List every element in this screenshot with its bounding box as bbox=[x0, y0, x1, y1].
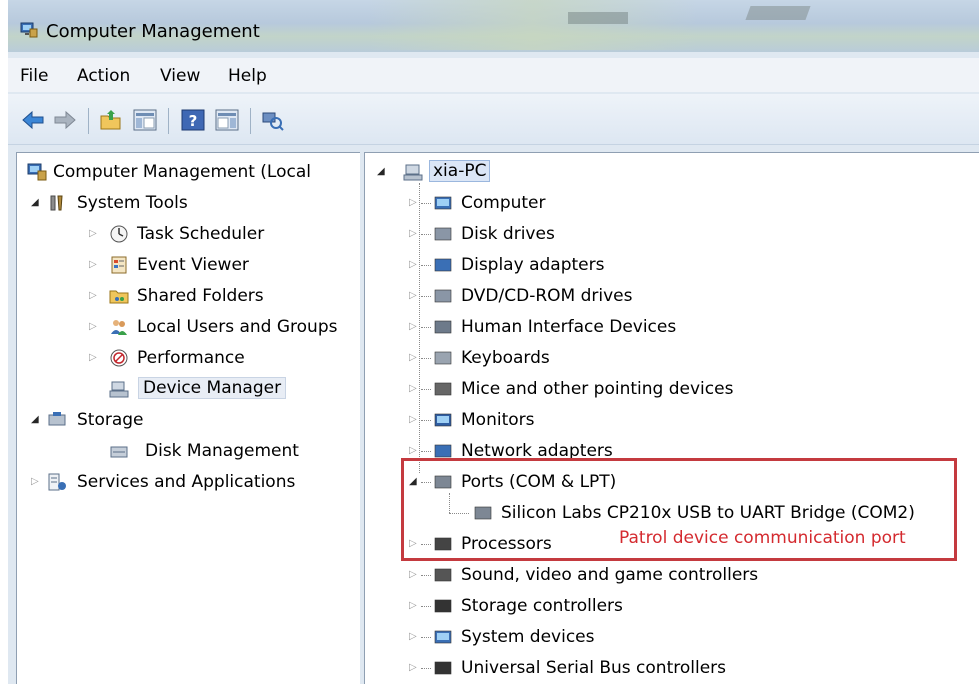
usb-icon bbox=[434, 661, 452, 675]
tree-item-label: System Tools bbox=[77, 193, 188, 213]
collapse-arrow[interactable]: ▷ bbox=[409, 407, 417, 433]
dvd-drive-icon bbox=[434, 289, 452, 303]
menu-action[interactable]: Action bbox=[77, 66, 130, 86]
system-devices-icon bbox=[434, 630, 452, 644]
sound-icon bbox=[434, 568, 452, 582]
device-category-label: Human Interface Devices bbox=[461, 317, 677, 337]
show-hide-action-pane-icon[interactable] bbox=[214, 108, 240, 132]
clock-icon bbox=[110, 225, 128, 243]
window-title: Computer Management bbox=[46, 21, 260, 42]
menu-view[interactable]: View bbox=[160, 66, 200, 86]
device-category-label: Display adapters bbox=[461, 255, 605, 275]
tree-item-label: Performance bbox=[137, 348, 245, 368]
menu-file[interactable]: File bbox=[20, 66, 48, 86]
forward-arrow-icon[interactable] bbox=[52, 108, 78, 132]
tree-item-label: Disk Management bbox=[145, 441, 299, 461]
expand-arrow[interactable]: ◢ bbox=[31, 190, 39, 216]
svg-text:?: ? bbox=[189, 112, 198, 130]
collapse-arrow[interactable]: ▷ bbox=[89, 283, 97, 309]
collapse-arrow[interactable]: ▷ bbox=[409, 221, 417, 247]
collapse-arrow[interactable]: ▷ bbox=[409, 562, 417, 588]
tree-item-label: Device Manager bbox=[138, 377, 287, 399]
collapse-arrow[interactable]: ▷ bbox=[409, 283, 417, 309]
collapse-arrow[interactable]: ▷ bbox=[409, 376, 417, 402]
device-category-label: Universal Serial Bus controllers bbox=[461, 658, 727, 678]
scan-hardware-icon[interactable] bbox=[260, 108, 286, 132]
disk-icon bbox=[110, 446, 128, 458]
menu-help[interactable]: Help bbox=[228, 66, 267, 86]
tree-item-label: Task Scheduler bbox=[137, 224, 265, 244]
keyboard-icon bbox=[434, 351, 452, 365]
device-category-label: Mice and other pointing devices bbox=[461, 379, 734, 399]
device-category-label: Storage controllers bbox=[461, 596, 623, 616]
collapse-arrow[interactable]: ▷ bbox=[89, 345, 97, 371]
expand-arrow[interactable]: ◢ bbox=[377, 159, 385, 185]
console-tree-pane: Computer Management (Local ◢ System Tool… bbox=[16, 152, 362, 684]
show-hide-console-tree-icon[interactable] bbox=[132, 108, 158, 132]
monitor-icon bbox=[434, 413, 452, 427]
collapse-arrow[interactable]: ▷ bbox=[89, 221, 97, 247]
toolbar: ? bbox=[8, 94, 979, 145]
collapse-arrow[interactable]: ▷ bbox=[409, 252, 417, 278]
tree-root-label: Computer Management (Local bbox=[53, 162, 311, 182]
back-arrow-icon[interactable] bbox=[20, 108, 46, 132]
computer-management-window: Computer Management File Action View Hel… bbox=[8, 0, 979, 684]
storage-controller-icon bbox=[434, 599, 452, 613]
collapse-arrow[interactable]: ▷ bbox=[409, 655, 417, 681]
up-folder-icon[interactable] bbox=[98, 108, 124, 132]
collapse-arrow[interactable]: ▷ bbox=[89, 314, 97, 340]
computer-management-icon bbox=[27, 163, 47, 181]
disk-drive-icon bbox=[434, 227, 452, 241]
display-adapter-icon bbox=[434, 258, 452, 272]
annotation-label: Patrol device communication port bbox=[619, 528, 906, 548]
mouse-icon bbox=[434, 382, 452, 396]
menu-bar: File Action View Help bbox=[8, 58, 979, 92]
computer-icon bbox=[434, 196, 452, 210]
performance-icon bbox=[110, 349, 128, 367]
collapse-arrow[interactable]: ▷ bbox=[409, 593, 417, 619]
device-category-label: Computer bbox=[461, 193, 546, 213]
collapse-arrow[interactable]: ▷ bbox=[409, 190, 417, 216]
collapse-arrow[interactable]: ▷ bbox=[409, 314, 417, 340]
device-category-label: Disk drives bbox=[461, 224, 555, 244]
tree-item-label: Services and Applications bbox=[77, 472, 296, 492]
collapse-arrow[interactable]: ▷ bbox=[89, 252, 97, 278]
device-category-label: Keyboards bbox=[461, 348, 550, 368]
help-icon[interactable]: ? bbox=[180, 108, 206, 132]
collapse-arrow[interactable]: ▷ bbox=[409, 345, 417, 371]
hid-icon bbox=[434, 320, 452, 334]
device-root-label: xia-PC bbox=[429, 160, 491, 182]
event-viewer-icon bbox=[111, 256, 127, 274]
tree-item-label: Storage bbox=[77, 410, 144, 430]
device-tree-pane: ◢ xia-PC ▷ Computer ▷ Disk drives ▷ Display a… bbox=[364, 152, 979, 684]
device-category-label: System devices bbox=[461, 627, 595, 647]
system-tools-icon bbox=[50, 195, 63, 211]
tree-item-label: Event Viewer bbox=[137, 255, 249, 275]
services-icon bbox=[48, 473, 66, 491]
collapse-arrow[interactable]: ▷ bbox=[31, 469, 39, 495]
title-bar[interactable]: Computer Management bbox=[8, 0, 979, 52]
computer-icon bbox=[403, 164, 423, 181]
users-icon bbox=[111, 320, 127, 335]
device-category-label: Monitors bbox=[461, 410, 535, 430]
device-manager-icon bbox=[109, 381, 129, 398]
tree-item-label: Local Users and Groups bbox=[137, 317, 338, 337]
tree-item-label: Shared Folders bbox=[137, 286, 264, 306]
computer-management-icon bbox=[20, 22, 38, 38]
device-category-label: DVD/CD-ROM drives bbox=[461, 286, 633, 306]
expand-arrow[interactable]: ◢ bbox=[31, 407, 39, 433]
storage-icon bbox=[48, 412, 66, 426]
device-category-label: Sound, video and game controllers bbox=[461, 565, 759, 585]
collapse-arrow[interactable]: ▷ bbox=[409, 624, 417, 650]
shared-folder-icon bbox=[109, 290, 129, 304]
